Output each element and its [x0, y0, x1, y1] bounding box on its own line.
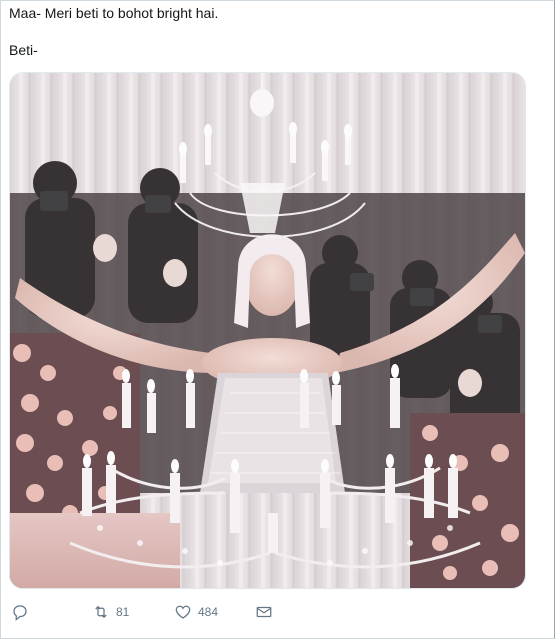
- share-button[interactable]: [255, 601, 273, 623]
- tweet-text-line-1: Maa- Meri beti to bohot bright hai.: [9, 5, 219, 21]
- tweet-card: Maa- Meri beti to bohot bright hai. Beti…: [0, 0, 555, 639]
- tweet-media-image[interactable]: [9, 72, 526, 589]
- reply-button[interactable]: [11, 601, 29, 623]
- reply-icon: [13, 605, 27, 621]
- like-button[interactable]: 484: [174, 601, 218, 623]
- like-count: 484: [198, 605, 219, 619]
- retweet-button[interactable]: 81: [92, 601, 129, 623]
- tweet-text-line-2: Beti-: [9, 42, 38, 58]
- retweet-icon: [95, 605, 107, 619]
- heart-icon: [175, 605, 191, 619]
- share-envelope-icon: [256, 606, 272, 618]
- tweet-actions-bar: 81 484: [11, 601, 551, 623]
- retweet-count: 81: [116, 605, 130, 619]
- chandelier-dress-photo: [10, 73, 525, 588]
